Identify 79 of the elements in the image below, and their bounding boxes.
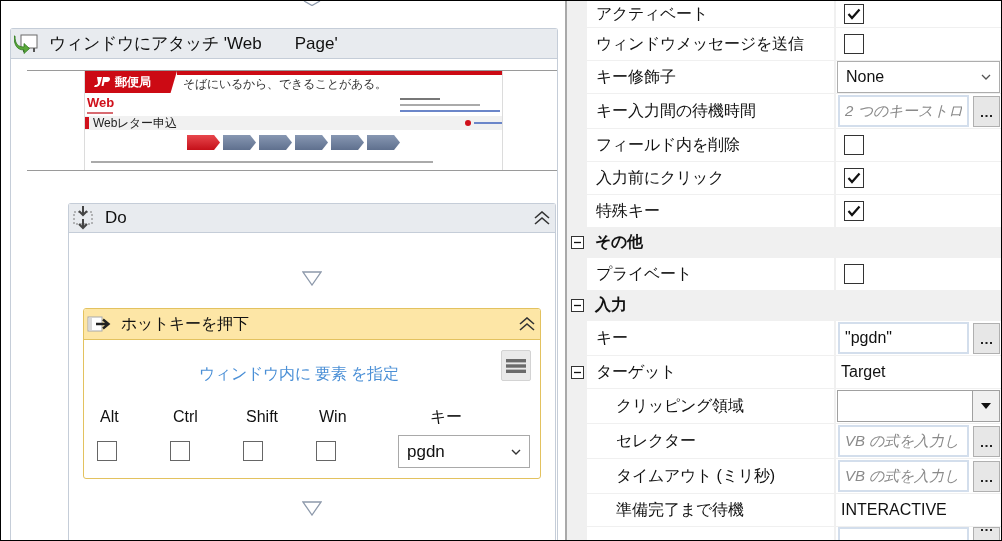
ellipsis-icon [981,114,992,117]
checkmark-icon [847,205,861,217]
dashed-frame-arrow-icon [73,206,93,230]
input-field[interactable]: VB の式を入力し [838,460,969,492]
property-name: キー [587,321,834,355]
menu-button[interactable] [501,350,531,381]
modifier-label: Alt [100,407,119,427]
checkbox[interactable] [316,441,336,461]
activity-title: Do [105,208,127,228]
key-dropdown[interactable]: pgdn [398,435,530,468]
illegible-text-line [474,122,502,124]
window-arrow-icon [14,32,38,55]
input-field[interactable]: "pgdn" [838,322,969,354]
property-name: 特殊キー [587,195,834,227]
box-arrow-right-icon [87,315,111,333]
input-field[interactable] [838,527,969,540]
checkbox[interactable] [844,34,864,54]
checkbox[interactable] [844,135,864,155]
property-name: タイムアウト (ミリ秒) [587,459,834,493]
modifier-label: Ctrl [173,407,198,427]
checkmark-icon [847,172,861,184]
property-name: アクティベート [587,1,834,27]
checkbox[interactable] [844,168,864,188]
minus-box-icon[interactable] [570,299,584,312]
down-triangle-icon [302,271,322,286]
ellipsis-icon [981,341,992,344]
page-heading: Webレター申込 [93,116,178,130]
input-field[interactable]: 2 つのキーストロ [838,95,969,127]
checkbox[interactable] [844,264,864,284]
minus-box-icon[interactable] [570,236,584,249]
property-name: クリッピング領域 [587,389,834,423]
minus-box-icon[interactable] [570,365,584,379]
property-name: セレクター [587,424,834,458]
triangle-down-icon [981,403,991,409]
illegible-text-line [400,98,440,100]
double-chevron-up-icon[interactable] [534,211,550,225]
checkbox[interactable] [243,441,263,461]
activity-title: ウィンドウにアタッチ 'Web Page' [49,33,338,55]
modifier-label: Win [319,407,347,427]
combo-field[interactable] [837,390,973,422]
property-value: Target [836,356,1001,388]
alert-dot-icon [465,120,471,126]
chevron-down-icon [511,448,521,455]
illegible-text-line [87,112,113,114]
dropdown-field[interactable]: None [837,61,1000,93]
property-name: フィールド内を削除 [587,129,834,161]
input-field[interactable]: VB の式を入力し [838,425,969,457]
activity-title: ホットキーを押下 [121,313,249,334]
property-value: INTERACTIVE [836,494,1001,526]
category-label: その他 [595,232,643,252]
ellipsis-button[interactable] [973,527,1000,540]
checkbox[interactable] [844,201,864,221]
site-name: 郵便局 [115,75,151,89]
category-label: 入力 [595,295,627,315]
checkbox[interactable] [844,4,864,24]
property-name: プライベート [587,258,834,290]
service-logo-text: Web [87,96,115,109]
chevron-down-icon [981,74,991,80]
double-chevron-up-icon[interactable] [519,317,535,331]
property-name: 入力前にクリック [587,162,834,194]
checkbox[interactable] [97,441,117,461]
target-link[interactable]: ウィンドウ内に 要素 を指定 [198,364,400,384]
marker-icon [85,117,89,129]
checkmark-icon [847,8,861,20]
property-name: 準備完了まで待機 [587,494,834,526]
ellipsis-icon [981,479,992,482]
down-triangle-icon [302,501,322,516]
property-name: キー修飾子 [587,61,834,93]
dropdown-button[interactable] [973,390,1000,422]
property-name: ターゲット [587,356,834,388]
ellipsis-icon [981,444,992,447]
property-name: ウィンドウメッセージを送信 [587,28,834,60]
key-label: キー [429,407,463,427]
modifier-label: Shift [246,407,278,427]
site-tagline: そばにいるから、できることがある。 [183,77,387,91]
checkbox[interactable] [170,441,190,461]
logo-mark-icon [94,77,110,87]
menu-icon [506,358,526,373]
property-name: キー入力間の待機時間 [587,94,834,128]
